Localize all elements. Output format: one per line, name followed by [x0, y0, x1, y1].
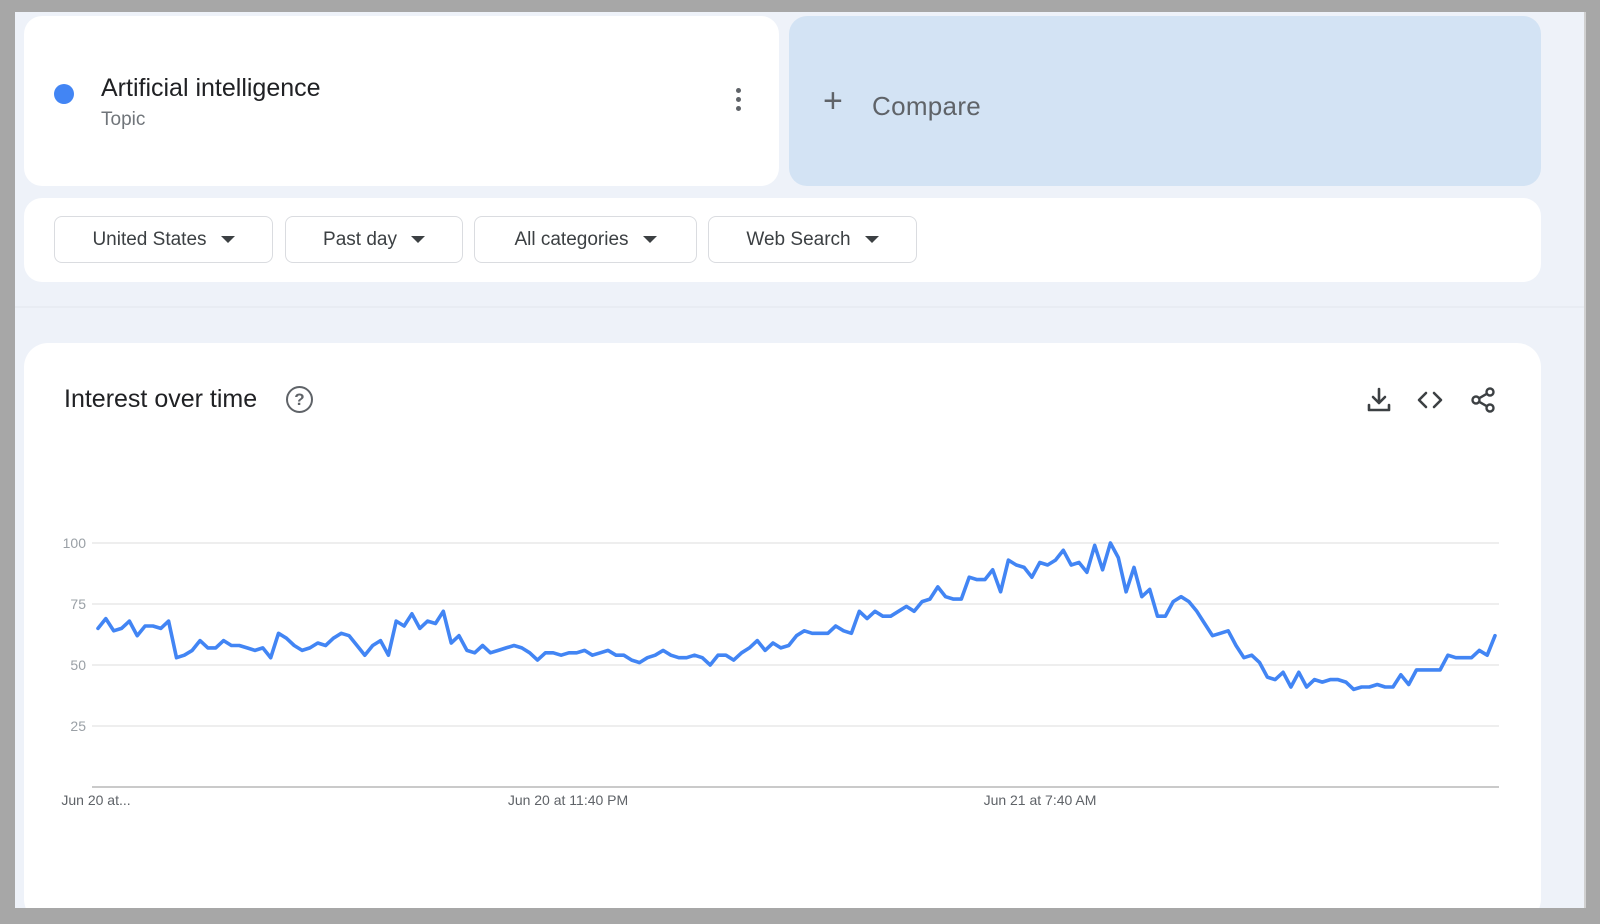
region-dropdown[interactable]: United States	[54, 216, 273, 263]
search-type-dropdown[interactable]: Web Search	[708, 216, 917, 263]
arrow-drop-down-icon	[864, 236, 879, 243]
series-color-dot	[54, 84, 74, 104]
plus-icon: +	[823, 82, 843, 120]
y-tick-label: 50	[70, 657, 86, 673]
search-term-card[interactable]: Artificial intelligence Topic	[24, 16, 779, 186]
section-divider	[15, 306, 1584, 308]
compare-button[interactable]: + Compare	[789, 16, 1541, 186]
arrow-drop-down-icon	[220, 236, 235, 243]
more-vert-icon[interactable]	[726, 86, 750, 120]
category-dropdown-label: All categories	[514, 228, 629, 250]
x-tick-label: Jun 21 at 7:40 AM	[984, 792, 1097, 808]
y-tick-label: 25	[70, 718, 86, 734]
category-dropdown[interactable]: All categories	[474, 216, 697, 263]
search-term-type: Topic	[101, 109, 146, 130]
y-tick-label: 75	[70, 596, 86, 612]
interest-over-time-card: Interest over time ? 25 50 75 100 Jun 20 at.…	[24, 343, 1541, 908]
search-type-dropdown-label: Web Search	[746, 228, 851, 250]
time-range-dropdown[interactable]: Past day	[285, 216, 463, 263]
trends-page: Artificial intelligence Topic + Compare …	[15, 12, 1586, 908]
x-tick-label: Jun 20 at...	[61, 792, 130, 808]
search-term-title: Artificial intelligence	[101, 74, 321, 102]
arrow-drop-down-icon	[410, 236, 425, 243]
time-range-dropdown-label: Past day	[323, 228, 397, 250]
interest-line-chart: 25 50 75 100 Jun 20 at... Jun 20 at 11:40 PM J…	[61, 535, 1499, 808]
series-line[interactable]	[96, 541, 1497, 692]
filter-bar: United States Past day All categories We…	[24, 198, 1541, 282]
arrow-drop-down-icon	[642, 236, 657, 243]
compare-label: Compare	[872, 91, 982, 121]
region-dropdown-label: United States	[92, 228, 207, 250]
x-tick-label: Jun 20 at 11:40 PM	[508, 792, 628, 808]
y-tick-label: 100	[63, 535, 87, 551]
